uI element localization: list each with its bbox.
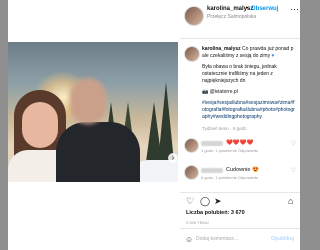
send-icon[interactable]: ➤ — [214, 196, 222, 206]
caption-line: Co prawda już ponad p — [242, 46, 294, 52]
photographer-credit[interactable]: 📷 @iviatorre.pl — [202, 89, 296, 96]
caption-text: karolina_malysz Co prawda już ponad p ale… — [202, 46, 296, 131]
comment-input[interactable]: Dodaj komentarz... — [196, 236, 238, 242]
comment-meta: 1 godz. 1 polubienie Odpowiedz — [201, 148, 258, 153]
groom-suit — [56, 122, 140, 182]
likes-count[interactable]: Liczba polubień: 3 670 — [186, 210, 245, 216]
avatar[interactable] — [184, 46, 200, 62]
bride-face — [22, 102, 58, 148]
avatar[interactable] — [184, 138, 199, 153]
post-date: 2 DNI TEMU — [186, 220, 209, 225]
bookmark-icon[interactable]: ⌂ — [288, 196, 293, 206]
post-modal: › karolina_malysz • Obserwuj Przełęcz Sa… — [8, 0, 300, 250]
groom-head — [70, 78, 106, 124]
comment-text: ❤️❤️❤️❤️ — [226, 140, 254, 146]
action-bar: ♡ ◯ ➤ ⌂ — [184, 196, 298, 208]
divider — [180, 38, 300, 39]
add-comment-bar: ☺ Dodaj komentarz... Opublikuj — [180, 228, 300, 250]
comment-row: Cudownie 😍 6 godz. 1 polubienie Odpowied… — [184, 165, 298, 180]
post-header: karolina_malysz • Obserwuj Przełęcz Salm… — [180, 0, 300, 40]
heart-icon[interactable]: ♡ — [291, 167, 296, 174]
post-photo[interactable]: › — [8, 42, 178, 182]
follow-button[interactable]: Obserwuj — [251, 6, 278, 12]
more-icon[interactable]: ⋯ — [290, 4, 299, 15]
blurred-username[interactable] — [201, 168, 223, 173]
tree — [158, 82, 174, 162]
blurred-username[interactable] — [201, 141, 223, 146]
hashtags[interactable]: #sesja#sesjaślubna#sesjazimowa#zima#foto… — [202, 100, 296, 121]
caption-username[interactable]: karolina_malysz — [202, 46, 241, 52]
comment-text: Cudownie 😍 — [226, 167, 259, 173]
caption-time: Tydzień temu · 5 godz. — [202, 126, 248, 131]
heart-icon[interactable]: ♡ — [186, 196, 194, 206]
caption-paragraph: Była obawa o brak śniegu, jednak ostatec… — [202, 64, 277, 84]
comment-meta: 6 godz. 1 polubienie Odpowiedz — [201, 175, 258, 180]
next-slide-button[interactable]: › — [168, 153, 178, 163]
location-link[interactable]: Przełęcz Salmopolska — [207, 14, 256, 20]
separator-dot: • — [246, 6, 249, 12]
avatar[interactable] — [184, 165, 199, 180]
heart-icon[interactable]: ♡ — [291, 140, 296, 147]
comment-row: ❤️❤️❤️❤️ 1 godz. 1 polubienie Odpowiedz … — [184, 138, 298, 153]
caption-line: ale czekaliśmy z sesją do zimy — [202, 53, 271, 59]
publish-button[interactable]: Opublikuj — [271, 236, 294, 242]
divider — [180, 192, 300, 193]
emoji-icon[interactable]: ☺ — [185, 235, 193, 244]
avatar[interactable] — [184, 6, 204, 26]
comment-icon[interactable]: ◯ — [200, 196, 210, 206]
